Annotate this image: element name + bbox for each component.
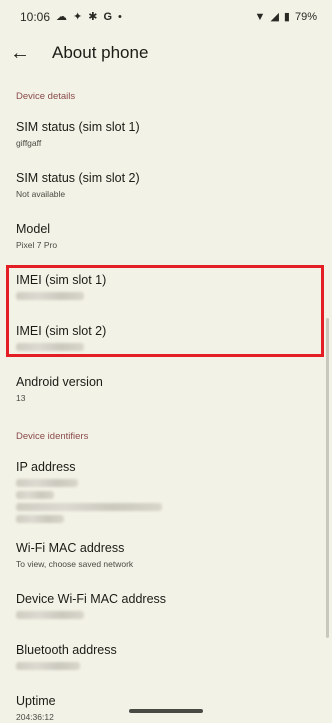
signal-icon: ◢ xyxy=(270,10,279,23)
more-notifications-dot-icon: • xyxy=(118,10,122,23)
app-bar: ← About phone xyxy=(0,34,332,72)
battery-percent: 79% xyxy=(294,11,317,23)
settings-notification-icon: ✱ xyxy=(88,10,98,23)
item-label: Model xyxy=(16,222,51,236)
arrow-back-icon: ← xyxy=(10,41,30,64)
redacted-value xyxy=(16,662,80,670)
item-value: To view, choose saved network xyxy=(16,559,134,569)
item-label: Bluetooth address xyxy=(16,643,117,657)
list-item-model[interactable]: Model Pixel 7 Pro xyxy=(16,221,316,251)
item-value: 204:36:12 xyxy=(16,712,54,722)
redacted-value xyxy=(16,491,54,499)
list-item-sim-status-1[interactable]: SIM status (sim slot 1) giffgaff xyxy=(16,119,316,149)
list-item-bluetooth-address[interactable]: Bluetooth address xyxy=(16,642,316,670)
item-label: Device Wi-Fi MAC address xyxy=(16,592,167,606)
section-header-device-details: Device details xyxy=(16,91,76,102)
app-notification-icon: ✦ xyxy=(73,10,83,23)
list-item-device-wifi-mac-address[interactable]: Device Wi-Fi MAC address xyxy=(16,591,316,619)
status-left: 10:06 ☁ ✦ ✱ G • xyxy=(20,10,122,24)
item-value: giffgaff xyxy=(16,138,42,148)
section-header-device-identifiers: Device identifiers xyxy=(16,431,89,442)
item-label: Uptime xyxy=(16,694,56,708)
item-value: Not available xyxy=(16,189,66,199)
item-label: Android version xyxy=(16,375,103,389)
status-right: ▼ ◢ ▮ 79% xyxy=(255,11,317,23)
item-label: SIM status (sim slot 2) xyxy=(16,171,140,185)
google-icon: G xyxy=(103,10,113,23)
battery-icon: ▮ xyxy=(283,10,290,23)
highlight-box xyxy=(6,265,324,357)
list-item-ip-address[interactable]: IP address xyxy=(16,459,316,523)
redacted-value xyxy=(16,611,84,619)
redacted-value xyxy=(16,503,162,511)
item-value: Pixel 7 Pro xyxy=(16,240,58,250)
page-title: About phone xyxy=(52,43,149,62)
status-bar: 10:06 ☁ ✦ ✱ G • ▼ ◢ ▮ 79% xyxy=(0,0,332,34)
redacted-value xyxy=(16,479,78,487)
item-label: Wi-Fi MAC address xyxy=(16,541,125,555)
gesture-navigation-bar[interactable] xyxy=(129,709,203,713)
clock: 10:06 xyxy=(20,10,51,24)
item-label: SIM status (sim slot 1) xyxy=(16,120,140,134)
list-item-wifi-mac-address[interactable]: Wi-Fi MAC address To view, choose saved … xyxy=(16,540,316,570)
wifi-icon: ▼ xyxy=(254,10,266,23)
item-value: 13 xyxy=(16,393,26,403)
scrollbar[interactable] xyxy=(326,318,329,638)
cloud-icon: ☁ xyxy=(56,10,68,23)
back-button[interactable]: ← xyxy=(2,35,38,71)
redacted-value xyxy=(16,515,64,523)
item-label: IP address xyxy=(16,460,76,474)
list-item-sim-status-2[interactable]: SIM status (sim slot 2) Not available xyxy=(16,170,316,200)
list-item-android-version[interactable]: Android version 13 xyxy=(16,374,316,404)
